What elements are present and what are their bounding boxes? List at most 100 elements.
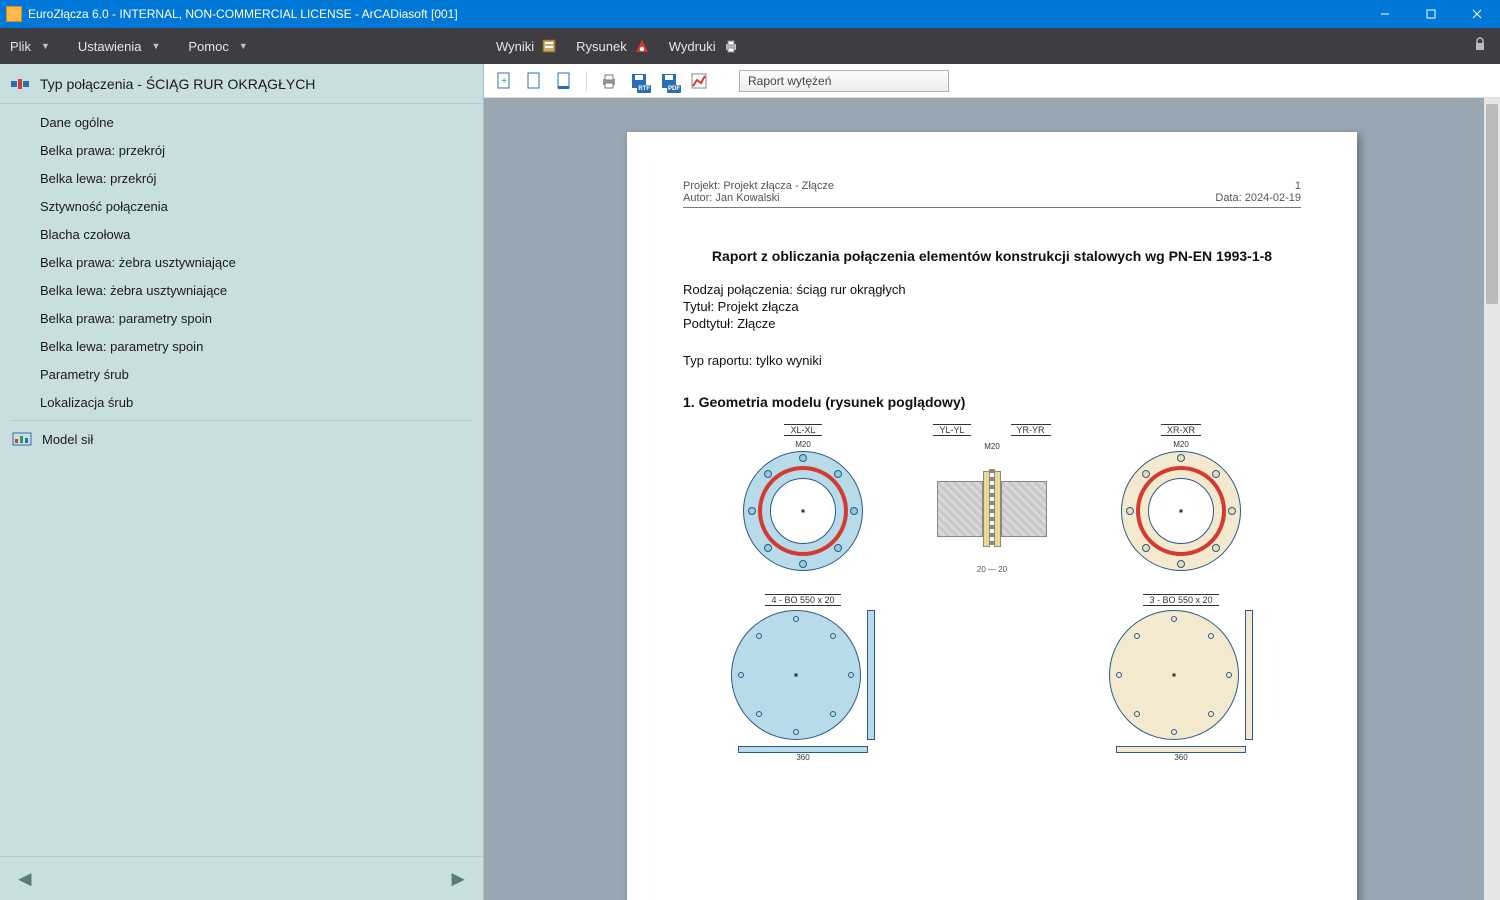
sidebar-item-bolt-params[interactable]: Parametry śrub [0, 360, 483, 388]
nav-prev-button[interactable]: ◄ [14, 866, 36, 892]
sidebar-tree: Dane ogólne Belka prawa: przekrój Belka … [0, 104, 483, 856]
drawing-label: 4 - BO 550 x 20 [765, 594, 840, 606]
page-settings-button[interactable] [554, 71, 574, 91]
sidebar-item-label: Belka prawa: żebra usztywniające [40, 255, 236, 270]
menu-file-label: Plik [10, 39, 31, 54]
sidebar-item-label: Blacha czołowa [40, 227, 130, 242]
report-date-line: Data: 2024-02-19 [1215, 192, 1301, 204]
sidebar-item-label: Belka lewa: żebra usztywniające [40, 283, 227, 298]
document-viewport[interactable]: Projekt: Projekt złącza - Złącze Autor: … [484, 98, 1500, 900]
drawing-xr-xr: XR-XR M20 [1086, 424, 1276, 574]
rtf-badge: RTF [637, 85, 651, 93]
drawing-plate-right: 3 - BO 550 x 20 [1086, 594, 1276, 762]
menu-help-label: Pomoc [188, 39, 228, 54]
tab-results[interactable]: Wyniki [496, 37, 558, 55]
sidebar-item-stiffness[interactable]: Sztywność połączenia [0, 192, 483, 220]
svg-text:+: + [501, 76, 507, 87]
app-icon [6, 6, 22, 22]
chevron-down-icon: ▼ [151, 41, 160, 51]
endplate-disc-icon [1109, 610, 1239, 740]
report-subtitle-row: Podtytuł: Złącze [683, 316, 1301, 331]
chevron-down-icon: ▼ [41, 41, 50, 51]
blank-page-button[interactable] [524, 71, 544, 91]
scrollbar-thumb[interactable] [1486, 104, 1498, 304]
sidebar-item-endplate[interactable]: Blacha czołowa [0, 220, 483, 248]
side-dim-caption: 20 — 20 [977, 565, 1007, 574]
print-button[interactable] [599, 71, 619, 91]
new-page-button[interactable]: + [494, 71, 514, 91]
scrollbar[interactable] [1484, 98, 1500, 900]
menu-help[interactable]: Pomoc ▼ [188, 39, 247, 54]
printer-icon [722, 37, 740, 55]
pdf-badge: PDF [667, 85, 681, 93]
sidebar-item-force-model[interactable]: Model sił [0, 425, 483, 453]
menubar: Plik ▼ Ustawienia ▼ Pomoc ▼ Wyniki Rysun… [0, 28, 1500, 64]
drawing-label: XL-XL [784, 424, 821, 436]
plate-bottom-bar-icon [1116, 746, 1246, 753]
results-icon [540, 37, 558, 55]
report-project-line: Projekt: Projekt złącza - Złącze [683, 180, 834, 192]
report-type-dropdown[interactable]: Raport wytężeń [739, 70, 949, 92]
drawing-label: 3 - BO 550 x 20 [1143, 594, 1218, 606]
sidebar-item-general[interactable]: Dane ogólne [0, 108, 483, 136]
right-area: + RTF PDF Raport [484, 64, 1500, 900]
force-model-icon [12, 432, 32, 446]
save-rtf-button[interactable]: RTF [629, 71, 649, 91]
drawing-plate-left: 4 - BO 550 x 20 [708, 594, 898, 762]
save-pdf-button[interactable]: PDF [659, 71, 679, 91]
tab-drawing-label: Rysunek [576, 39, 627, 54]
sidebar-item-beam-left-ribs[interactable]: Belka lewa: żebra usztywniające [0, 276, 483, 304]
drawing-icon [633, 37, 651, 55]
window-titlebar: EuroZłącza 6.0 - INTERNAL, NON-COMMERCIA… [0, 0, 1500, 28]
drawing-label: YR-YR [1011, 424, 1051, 436]
dim-text: 360 [1174, 753, 1187, 762]
drawing-xl-xl: XL-XL M20 [708, 424, 898, 574]
plate-side-bar-icon [1245, 610, 1253, 740]
sidebar-item-label: Belka prawa: parametry spoin [40, 311, 212, 326]
chevron-down-icon: ▼ [239, 41, 248, 51]
report-conn-type: Rodzaj połączenia: ściąg rur okrągłych [683, 282, 1301, 297]
report-toolbar: + RTF PDF Raport [484, 64, 1500, 98]
dim-text: 360 [796, 753, 809, 762]
sidebar-separator [10, 420, 473, 421]
chart-button[interactable] [689, 71, 709, 91]
tab-printouts[interactable]: Wydruki [669, 37, 740, 55]
plate-side-bar-icon [867, 610, 875, 740]
endplate-disc-icon [731, 610, 861, 740]
window-maximize-button[interactable] [1408, 0, 1454, 28]
flange-ring-icon [743, 451, 863, 571]
sidebar-item-beam-right-welds[interactable]: Belka prawa: parametry spoin [0, 304, 483, 332]
report-header-rule [683, 207, 1301, 208]
tab-printouts-label: Wydruki [669, 39, 716, 54]
flange-ring-icon [1121, 451, 1241, 571]
sidebar-item-bolt-location[interactable]: Lokalizacja śrub [0, 388, 483, 416]
sidebar-item-label: Parametry śrub [40, 367, 129, 382]
sidebar-item-beam-left-section[interactable]: Belka lewa: przekrój [0, 164, 483, 192]
drawing-label: XR-XR [1161, 424, 1201, 436]
drawing-side-view: YL-YL YR-YR M20 20 — 20 [922, 424, 1062, 574]
drawing-empty [922, 594, 1062, 762]
sidebar-item-beam-right-ribs[interactable]: Belka prawa: żebra usztywniające [0, 248, 483, 276]
pipe-side-view-icon [937, 459, 1047, 559]
sidebar-item-beam-left-welds[interactable]: Belka lewa: parametry spoin [0, 332, 483, 360]
report-report-type: Typ raportu: tylko wyniki [683, 353, 1301, 368]
plate-bottom-bar-icon [738, 746, 868, 753]
menu-file[interactable]: Plik ▼ [10, 39, 50, 54]
sidebar-item-label: Lokalizacja śrub [40, 395, 133, 410]
sidebar-item-beam-right-section[interactable]: Belka prawa: przekrój [0, 136, 483, 164]
bolt-note: M20 [1173, 440, 1189, 449]
lock-icon[interactable] [1472, 36, 1490, 54]
bolt-note: M20 [795, 440, 811, 449]
window-minimize-button[interactable] [1362, 0, 1408, 28]
sidebar-item-label: Belka prawa: przekrój [40, 143, 165, 158]
nav-next-button[interactable]: ► [447, 866, 469, 892]
report-type-value: Raport wytężeń [748, 74, 831, 88]
window-close-button[interactable] [1454, 0, 1500, 28]
sidebar-header-label: Typ połączenia - ŚCIĄG RUR OKRĄGŁYCH [40, 76, 315, 92]
menu-settings[interactable]: Ustawienia ▼ [78, 39, 161, 54]
sidebar-nav-footer: ◄ ► [0, 856, 483, 900]
toolbar-separator [586, 71, 587, 91]
tab-drawing[interactable]: Rysunek [576, 37, 651, 55]
bolt-note: M20 [984, 442, 1000, 451]
report-section-geometry: 1. Geometria modelu (rysunek poglądowy) [683, 394, 1301, 410]
